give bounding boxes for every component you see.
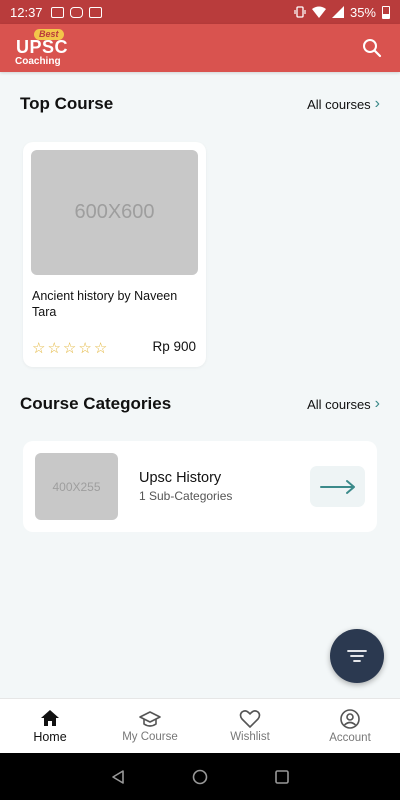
course-thumbnail: 600X600 (31, 150, 198, 275)
course-card[interactable]: 600X600 Ancient history by Naveen Tara ☆… (23, 142, 206, 367)
battery-icon (382, 5, 390, 19)
system-navigation-bar (0, 753, 400, 800)
nav-home[interactable]: Home (0, 699, 100, 753)
bottom-navigation: Home My Course Wishlist Account (0, 698, 400, 753)
star-icon: ☆ (32, 340, 46, 357)
back-icon[interactable] (110, 769, 126, 785)
category-card[interactable]: 400X255 Upsc History 1 Sub-Categories (23, 441, 377, 532)
star-icon: ☆ (47, 340, 61, 357)
instagram-icon (69, 6, 83, 18)
category-thumbnail: 400X255 (35, 453, 118, 520)
graduation-cap-icon (139, 711, 161, 727)
filter-icon (347, 650, 367, 662)
home-circle-icon[interactable] (192, 769, 208, 785)
course-title: Ancient history by Naveen Tara (32, 289, 178, 319)
course-price: Rp 900 (152, 339, 196, 354)
notification-icons (50, 6, 102, 18)
top-course-title: Top Course (20, 94, 114, 113)
status-bar: 12:37 35% (0, 0, 400, 24)
nav-my-course-label: My Course (122, 731, 178, 743)
battery-percent: 35% (349, 4, 376, 20)
vibrate-icon (294, 6, 306, 18)
search-button[interactable] (358, 34, 386, 62)
filter-button[interactable] (330, 629, 384, 683)
nav-account[interactable]: Account (300, 699, 400, 753)
top-course-header: Top Course All courses › (20, 94, 380, 114)
account-icon (340, 709, 360, 729)
logo-upsc: UPSC (16, 37, 69, 57)
nav-account-label: Account (329, 732, 371, 744)
star-icon: ☆ (62, 340, 77, 357)
recents-icon[interactable] (274, 769, 290, 785)
paytm-icon (88, 6, 102, 18)
app-bar: Best UPSC Coaching (0, 24, 400, 72)
app-logo[interactable]: Best UPSC Coaching (14, 27, 74, 69)
course-categories-all-link[interactable]: All courses › (307, 396, 380, 412)
nav-wishlist[interactable]: Wishlist (200, 699, 300, 753)
course-categories-header: Course Categories All courses › (20, 394, 380, 414)
heart-icon (239, 710, 261, 728)
search-icon (363, 39, 382, 58)
course-categories-title: Course Categories (20, 394, 172, 413)
star-icon: ☆ (78, 340, 92, 357)
category-subtitle: 1 Sub-Categories (139, 489, 233, 503)
category-open-button[interactable] (310, 466, 365, 507)
top-course-all-link[interactable]: All courses › (307, 96, 380, 112)
status-right: 35% (294, 5, 390, 20)
status-time: 12:37 (10, 4, 43, 20)
all-courses-label: All courses (307, 396, 371, 412)
arrow-right-icon (319, 479, 355, 494)
app-notification-icon (50, 6, 64, 18)
all-courses-label: All courses (307, 96, 371, 112)
home-icon (41, 710, 59, 726)
star-icon: ☆ (93, 340, 108, 357)
wifi-icon (311, 6, 326, 18)
category-title: Upsc History (139, 470, 222, 486)
logo-coaching: Coaching (15, 56, 61, 67)
chevron-right-icon: › (374, 95, 380, 112)
nav-my-course[interactable]: My Course (100, 699, 200, 753)
nav-wishlist-label: Wishlist (230, 731, 270, 743)
course-rating: ☆ ☆ ☆ ☆ ☆ (32, 339, 107, 357)
course-thumbnail-placeholder: 600X600 (74, 201, 155, 223)
nav-home-label: Home (33, 730, 67, 744)
category-thumbnail-placeholder: 400X255 (52, 479, 101, 494)
signal-icon (331, 6, 344, 18)
chevron-right-icon: › (374, 395, 380, 412)
